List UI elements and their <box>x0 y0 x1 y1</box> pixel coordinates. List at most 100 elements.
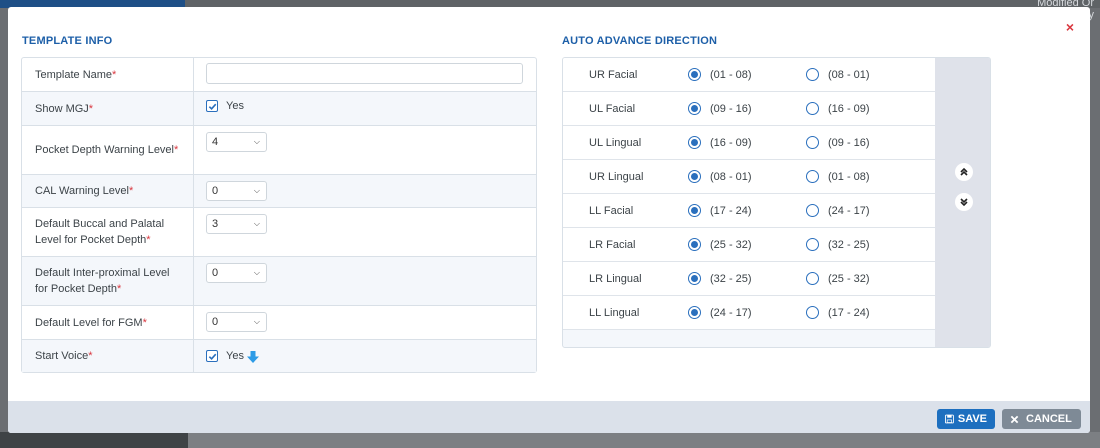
direction-label: LR Lingual <box>589 272 642 285</box>
field-label: Template Name * <box>22 58 194 91</box>
required-mark: * <box>128 185 134 197</box>
form-row-start-voice: Start Voice * Yes <box>22 340 536 372</box>
inter-proximal-select[interactable]: 0 ⌵ <box>206 263 267 283</box>
select-value: 0 <box>212 316 219 328</box>
form-row-fgm: Default Level for FGM * 0 ⌵ <box>22 306 536 340</box>
radio-button[interactable] <box>806 68 819 81</box>
direction-option-2[interactable]: (16 - 09) <box>806 102 924 115</box>
radio-button[interactable] <box>688 170 701 183</box>
direction-option-2[interactable]: (08 - 01) <box>806 68 924 81</box>
direction-option-2[interactable]: (17 - 24) <box>806 306 924 319</box>
background-app-sidebar <box>0 432 188 448</box>
radio-button[interactable] <box>688 102 701 115</box>
checkbox-checked-icon[interactable] <box>206 350 218 362</box>
modal-footer: SAVE CANCEL <box>8 401 1090 433</box>
double-chevron-down-icon[interactable] <box>955 193 973 211</box>
fgm-select[interactable]: 0 ⌵ <box>206 312 267 332</box>
radio-button[interactable] <box>806 272 819 285</box>
auto-advance-title: AUTO ADVANCE DIRECTION <box>562 35 718 47</box>
direction-label: UL Lingual <box>589 136 642 149</box>
save-button[interactable]: SAVE <box>937 409 995 429</box>
form-row-buccal-palatal: Default Buccal and Palatal Level for Poc… <box>22 208 536 257</box>
direction-label: UL Facial <box>589 102 636 115</box>
template-name-input[interactable] <box>206 63 523 84</box>
required-mark: * <box>142 316 147 329</box>
start-voice-checkbox-wrap[interactable]: Yes <box>206 348 260 364</box>
field-label: Show MGJ * <box>22 92 194 125</box>
direction-option-2[interactable]: (32 - 25) <box>806 238 924 251</box>
radio-button[interactable] <box>688 204 701 217</box>
option-label: (01 - 08) <box>828 170 870 183</box>
required-mark: * <box>116 283 122 295</box>
direction-row: UL Lingual (16 - 09) (09 - 16) <box>563 126 935 160</box>
field-label: Default Inter-proximal Level for Pocket … <box>22 257 194 305</box>
direction-row: LR Facial (25 - 32) (32 - 25) <box>563 228 935 262</box>
direction-option-1[interactable]: (17 - 24) <box>688 204 806 217</box>
field-label: Default Buccal and Palatal Level for Poc… <box>22 208 194 256</box>
radio-button[interactable] <box>806 170 819 183</box>
label-text: Template Name <box>35 68 113 81</box>
checkbox-checked-icon[interactable] <box>206 100 218 112</box>
radio-button[interactable] <box>806 204 819 217</box>
direction-label: LL Facial <box>589 204 634 217</box>
direction-option-2[interactable]: (09 - 16) <box>806 136 924 149</box>
radio-button[interactable] <box>806 238 819 251</box>
radio-button[interactable] <box>688 306 701 319</box>
chevron-down-icon: ⌵ <box>253 317 260 326</box>
select-value: 4 <box>212 136 219 148</box>
direction-option-1[interactable]: (09 - 16) <box>688 102 806 115</box>
direction-label: UR Facial <box>589 68 638 81</box>
direction-label: UR Lingual <box>589 170 644 183</box>
select-value: 0 <box>212 185 219 197</box>
field-label: Pocket Depth Warning Level* <box>22 126 194 174</box>
cancel-button[interactable]: CANCEL <box>1002 409 1081 429</box>
cal-warning-select[interactable]: 0 ⌵ <box>206 181 267 201</box>
close-icon[interactable]: × <box>1066 19 1074 35</box>
show-mgj-checkbox-wrap[interactable]: Yes <box>206 100 244 112</box>
required-mark: * <box>146 234 151 246</box>
radio-button[interactable] <box>688 238 701 251</box>
direction-option-2[interactable]: (24 - 17) <box>806 204 924 217</box>
buccal-palatal-select[interactable]: 3 ⌵ <box>206 214 267 234</box>
radio-button[interactable] <box>806 306 819 319</box>
option-label: (25 - 32) <box>710 238 752 251</box>
pocket-depth-warning-select[interactable]: 4 ⌵ <box>206 132 267 152</box>
direction-option-2[interactable]: (01 - 08) <box>806 170 924 183</box>
field-value: 4 ⌵ <box>194 126 536 174</box>
direction-option-1[interactable]: (16 - 09) <box>688 136 806 149</box>
direction-option-1[interactable]: (25 - 32) <box>688 238 806 251</box>
label-text: Default Buccal and Palatal Level for Poc… <box>35 218 165 246</box>
radio-button[interactable] <box>688 68 701 81</box>
direction-option-1[interactable]: (01 - 08) <box>688 68 806 81</box>
template-modal: × TEMPLATE INFO AUTO ADVANCE DIRECTION T… <box>8 7 1090 433</box>
direction-row: UR Lingual (08 - 01) (01 - 08) <box>563 160 935 194</box>
direction-label: LR Facial <box>589 238 636 251</box>
radio-button[interactable] <box>688 136 701 149</box>
radio-button[interactable] <box>806 136 819 149</box>
direction-option-2[interactable]: (25 - 32) <box>806 272 924 285</box>
direction-option-1[interactable]: (08 - 01) <box>688 170 806 183</box>
template-info-title: TEMPLATE INFO <box>22 35 113 47</box>
field-value: 0 ⌵ <box>194 257 536 305</box>
direction-row: LL Lingual (24 - 17) (17 - 24) <box>563 296 935 330</box>
radio-button[interactable] <box>806 102 819 115</box>
direction-option-1[interactable]: (24 - 17) <box>688 306 806 319</box>
double-chevron-up-icon[interactable] <box>955 163 973 181</box>
chevron-down-icon: ⌵ <box>253 268 260 277</box>
direction-option-1[interactable]: (32 - 25) <box>688 272 806 285</box>
direction-row: LR Lingual (32 - 25) (25 - 32) <box>563 262 935 296</box>
option-label: (17 - 24) <box>710 204 752 217</box>
radio-button[interactable] <box>688 272 701 285</box>
option-label: (24 - 17) <box>828 204 870 217</box>
field-label: CAL Warning Level * <box>22 175 194 207</box>
direction-row: LL Facial (17 - 24) (24 - 17) <box>563 194 935 228</box>
field-value: 3 ⌵ <box>194 208 536 256</box>
direction-row: UR Facial (01 - 08) (08 - 01) <box>563 58 935 92</box>
form-row-show-mgj: Show MGJ * Yes <box>22 92 536 126</box>
option-label: (17 - 24) <box>828 306 870 319</box>
option-label: (09 - 16) <box>828 136 870 149</box>
option-label: (24 - 17) <box>710 306 752 319</box>
required-mark: * <box>88 102 94 115</box>
option-label: (08 - 01) <box>828 68 870 81</box>
form-row-pocket-depth-warning: Pocket Depth Warning Level* 4 ⌵ <box>22 126 536 175</box>
